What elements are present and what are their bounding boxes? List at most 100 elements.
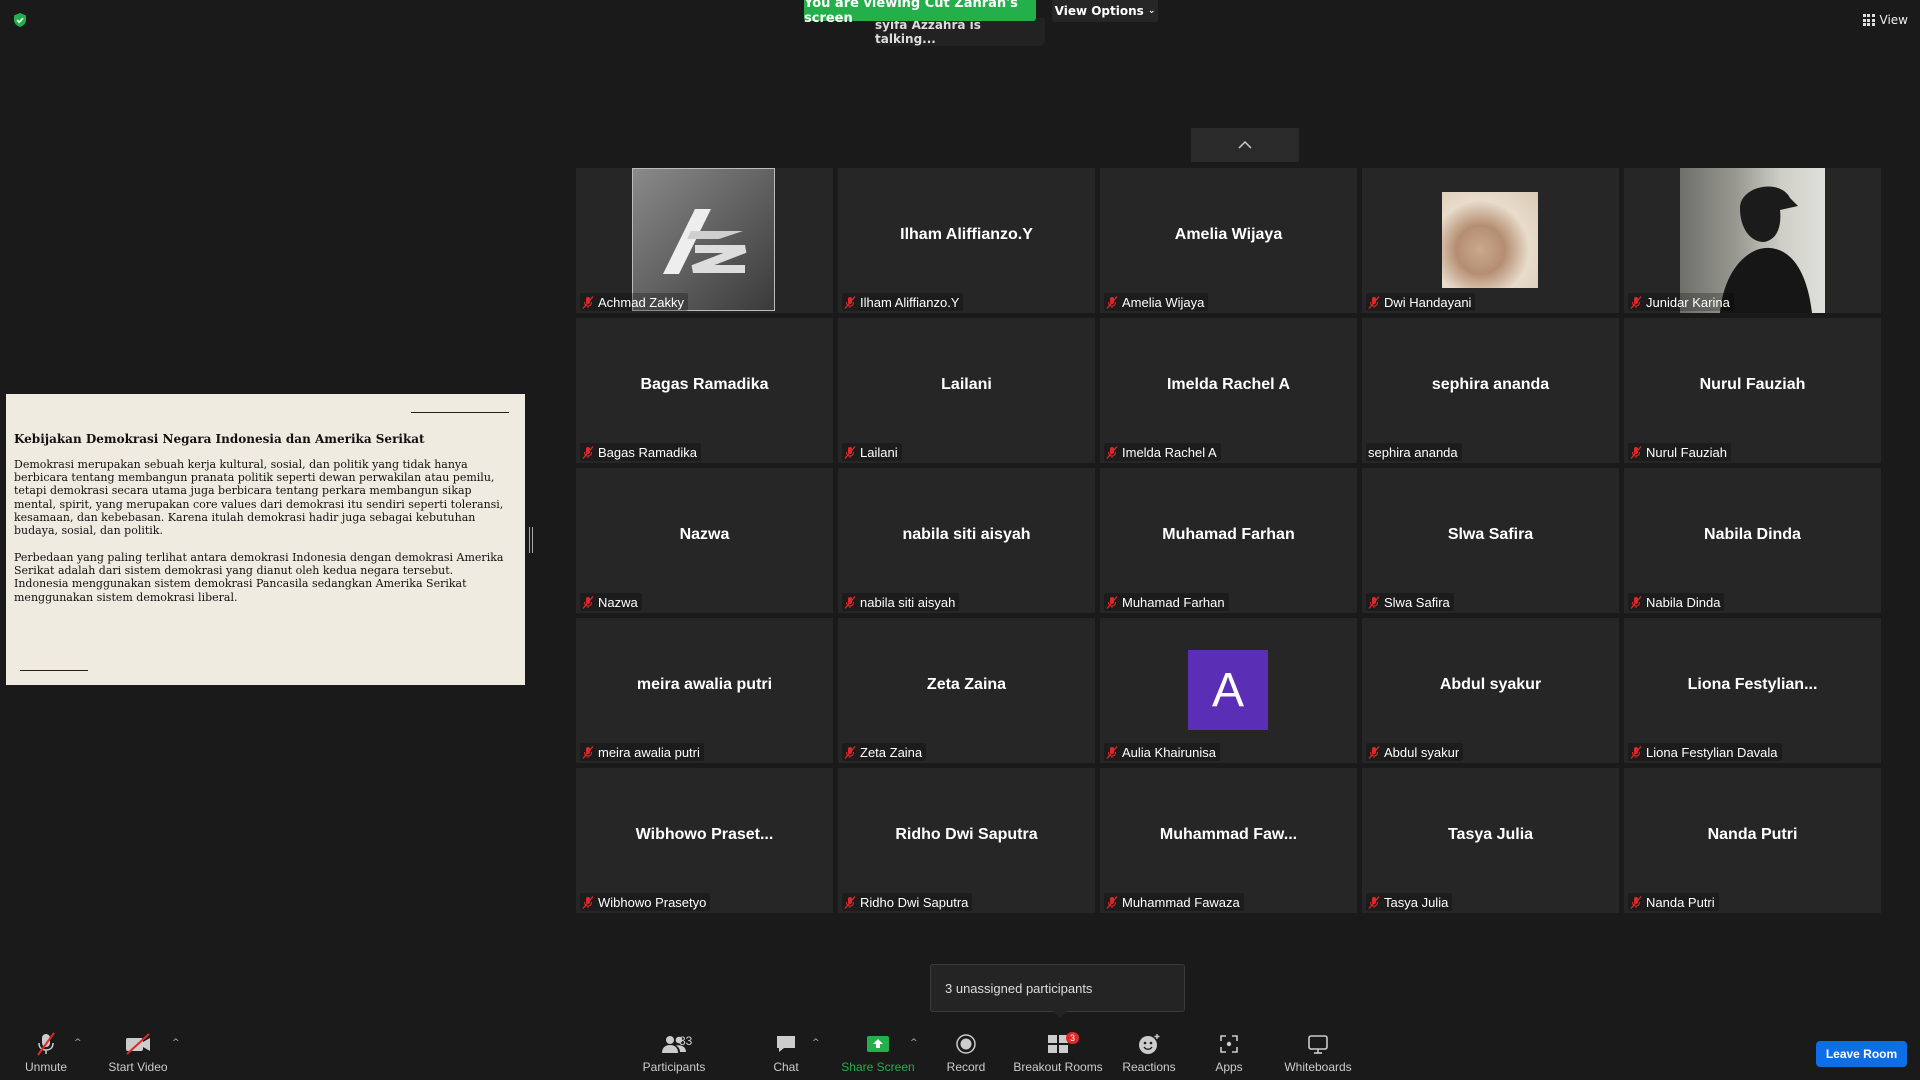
participant-tile[interactable]: Achmad Zakky	[576, 168, 833, 313]
participant-tile[interactable]: Nurul Fauziah Nurul Fauziah	[1624, 318, 1881, 463]
participant-tile[interactable]: Abdul syakur Abdul syakur	[1362, 618, 1619, 763]
participant-name-label: Achmad Zakky	[580, 293, 688, 311]
participant-display-name: Slwa Safira	[1447, 526, 1534, 543]
start-video-button[interactable]: Start Video	[104, 1030, 172, 1080]
participant-name-label: Nurul Fauziah	[1628, 443, 1731, 461]
video-options-caret-icon[interactable]: ^	[172, 1038, 180, 1048]
participants-label: Participants	[642, 1060, 706, 1074]
participant-tile[interactable]: meira awalia putri meira awalia putri	[576, 618, 833, 763]
record-button[interactable]: Record	[942, 1030, 990, 1080]
participant-tile[interactable]: Ridho Dwi Saputra Ridho Dwi Saputra	[838, 768, 1095, 913]
participant-name-label: Ilham Aliffianzo.Y	[842, 293, 964, 311]
participant-name: Junidar Karina	[1646, 294, 1730, 310]
shared-doc-paragraph: Perbedaan yang paling terlihat antara de…	[14, 551, 504, 604]
unmute-label: Unmute	[24, 1060, 68, 1074]
unmute-button[interactable]: Unmute	[18, 1030, 74, 1080]
viewing-screen-banner: You are viewing Cut Zahrah's screen	[804, 0, 1036, 26]
participant-display-name: Ilham Aliffianzo.Y	[900, 226, 1033, 243]
record-icon	[956, 1034, 976, 1054]
mic-muted-icon	[1106, 295, 1118, 309]
participant-tile[interactable]: Liona Festylian... Liona Festylian Davala	[1624, 618, 1881, 763]
participant-tile[interactable]: Amelia Wijaya Amelia Wijaya	[1100, 168, 1357, 313]
participant-display-name: Nurul Fauziah	[1699, 376, 1806, 393]
mic-muted-icon	[582, 895, 594, 909]
chat-options-caret-icon[interactable]: ^	[812, 1038, 820, 1048]
leave-room-button[interactable]: Leave Room	[1816, 1041, 1907, 1067]
reactions-button[interactable]: Reactions	[1122, 1030, 1176, 1080]
share-screen-button[interactable]: Share Screen	[838, 1030, 918, 1080]
participant-name-label: Liona Festylian Davala	[1628, 743, 1782, 761]
participant-tile[interactable]: Nazwa Nazwa	[576, 468, 833, 613]
avatar: A	[1188, 650, 1268, 730]
chevron-up-icon	[1238, 140, 1252, 149]
apps-button[interactable]: Apps	[1212, 1030, 1246, 1080]
meeting-toolbar: Unmute ^ Start Video ^ 33 Participants C…	[0, 1030, 1920, 1080]
participant-tile[interactable]: Tasya Julia Tasya Julia	[1362, 768, 1619, 913]
apps-label: Apps	[1215, 1060, 1243, 1074]
divider	[411, 412, 509, 413]
participant-tile[interactable]: Ilham Aliffianzo.Y Ilham Aliffianzo.Y	[838, 168, 1095, 313]
participant-display-name: Nabila Dinda	[1704, 526, 1801, 543]
participant-tile[interactable]: Wibhowo Praset... Wibhowo Prasetyo	[576, 768, 833, 913]
participant-display-name: Muhamad Farhan	[1162, 526, 1295, 543]
participant-display-name: Nanda Putri	[1707, 826, 1798, 843]
participant-name-label: Imelda Rachel A	[1104, 443, 1221, 461]
mic-muted-icon	[1106, 445, 1118, 459]
participant-tile[interactable]: Zeta Zaina Zeta Zaina	[838, 618, 1095, 763]
split-resize-handle[interactable]	[529, 527, 533, 553]
participant-display-name: sephira ananda	[1431, 376, 1550, 393]
participant-display-name: Tasya Julia	[1447, 826, 1534, 843]
chat-button[interactable]: Chat	[768, 1030, 804, 1080]
participant-name: Liona Festylian Davala	[1646, 744, 1778, 760]
view-options-label: View Options	[1054, 4, 1144, 18]
participants-button[interactable]: 33 Participants	[642, 1030, 706, 1080]
participant-name-label: Lailani	[842, 443, 902, 461]
mic-muted-icon	[844, 295, 856, 309]
unassigned-participants-tooltip[interactable]: 3 unassigned participants	[930, 964, 1185, 1018]
security-shield-icon[interactable]	[12, 12, 28, 28]
shared-screen[interactable]: Kebijakan Demokrasi Negara Indonesia dan…	[6, 394, 525, 685]
shared-doc-paragraph: Demokrasi merupakan sebuah kerja kultura…	[14, 458, 504, 538]
view-button[interactable]: View	[1862, 10, 1908, 30]
participant-name: Amelia Wijaya	[1122, 294, 1205, 310]
gallery-scroll-up-button[interactable]	[1191, 128, 1299, 162]
view-options-button[interactable]: View Options ⌄	[1052, 0, 1158, 22]
participant-name-label: Nanda Putri	[1628, 893, 1719, 911]
breakout-rooms-button[interactable]: 3 Breakout Rooms	[1012, 1030, 1104, 1080]
participant-tile[interactable]: Slwa Safira Slwa Safira	[1362, 468, 1619, 613]
participant-tile[interactable]: Imelda Rachel A Imelda Rachel A	[1100, 318, 1357, 463]
participant-tile[interactable]: Junidar Karina	[1624, 168, 1881, 313]
participant-name-label: Bagas Ramadika	[580, 443, 701, 461]
participant-display-name: Imelda Rachel A	[1166, 376, 1290, 393]
participant-name: Muhamad Farhan	[1122, 594, 1225, 610]
participant-tile[interactable]: Muhammad Faw... Muhammad Fawaza	[1100, 768, 1357, 913]
participant-name-label: Slwa Safira	[1366, 593, 1454, 611]
audio-options-caret-icon[interactable]: ^	[74, 1038, 82, 1048]
participant-name: Nabila Dinda	[1646, 594, 1721, 610]
participant-tile[interactable]: A Aulia Khairunisa	[1100, 618, 1357, 763]
participant-name-label: Junidar Karina	[1628, 293, 1734, 311]
participant-name: Nazwa	[598, 594, 638, 610]
participant-name: Wibhowo Prasetyo	[598, 894, 707, 910]
whiteboards-button[interactable]: Whiteboards	[1282, 1030, 1354, 1080]
participant-tile[interactable]: Dwi Handayani	[1362, 168, 1619, 313]
unassigned-text: 3 unassigned participants	[945, 980, 1093, 996]
participant-display-name: Abdul syakur	[1439, 676, 1542, 693]
participant-tile[interactable]: sephira ananda sephira ananda	[1362, 318, 1619, 463]
participant-name: Imelda Rachel A	[1122, 444, 1217, 460]
mic-muted-icon	[1630, 595, 1642, 609]
participant-tile[interactable]: Nabila Dinda Nabila Dinda	[1624, 468, 1881, 613]
participant-tile[interactable]: Nanda Putri Nanda Putri	[1624, 768, 1881, 913]
participant-name: meira awalia putri	[598, 744, 700, 760]
participant-tile[interactable]: Muhamad Farhan Muhamad Farhan	[1100, 468, 1357, 613]
participant-display-name: meira awalia putri	[636, 676, 773, 693]
participant-tile[interactable]: Lailani Lailani	[838, 318, 1095, 463]
view-button-label: View	[1879, 13, 1908, 27]
participant-tile[interactable]: nabila siti aisyah nabila siti aisyah	[838, 468, 1095, 613]
share-options-caret-icon[interactable]: ^	[910, 1038, 918, 1048]
participant-tile[interactable]: Bagas Ramadika Bagas Ramadika	[576, 318, 833, 463]
chat-icon	[777, 1036, 795, 1052]
mic-muted-icon	[1630, 295, 1642, 309]
grid-view-icon	[1862, 14, 1875, 26]
mic-muted-icon	[1368, 595, 1380, 609]
